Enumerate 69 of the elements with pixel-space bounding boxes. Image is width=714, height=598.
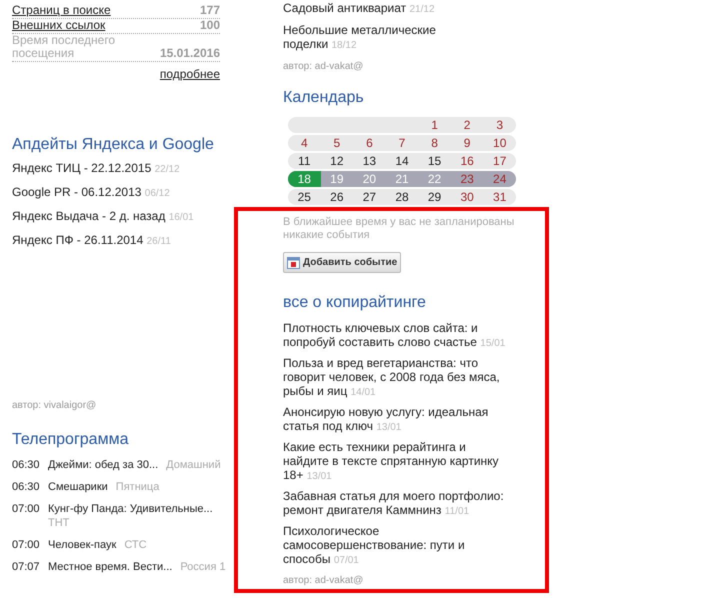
update-item: Google PR - 06.12.2013 06/12 (12, 184, 171, 201)
tv-channel: СТС (124, 538, 147, 552)
calendar-day[interactable]: 16 (450, 153, 484, 169)
calendar-day[interactable]: 17 (483, 153, 516, 169)
section-heading: Календарь (283, 88, 365, 108)
calendar-day[interactable]: 31 (483, 189, 516, 205)
calendar-day[interactable]: 4 (288, 135, 321, 151)
article-link[interactable]: Плотность ключевых слов сайта: и попробуй составить слово счастье 15/01 (283, 321, 507, 351)
article-link[interactable]: Забавная статья для моего портфолио: ремонт двигателя Каммнинз 11/01 (283, 489, 507, 519)
calendar-day[interactable]: 12 (320, 153, 354, 169)
tv-show[interactable]: Кунг-фу Панда: Удивительные... (48, 502, 220, 516)
calendar-day[interactable]: 2 (450, 117, 484, 133)
more-link[interactable]: подробнее (160, 65, 220, 83)
tv-show[interactable]: Человек-паук (48, 538, 116, 552)
calendar-day[interactable]: 5 (320, 135, 354, 151)
update-item: Яндекс Выдача - 2 д. назад 16/01 (12, 208, 195, 225)
stat-value: 15.01.2016 (160, 47, 220, 60)
calendar-day[interactable]: 25 (288, 189, 321, 205)
stat-label[interactable]: Страниц в поиске (12, 4, 132, 17)
calendar-day[interactable]: 27 (353, 189, 386, 205)
tv-time: 07:00 (12, 538, 41, 552)
tv-time: 06:30 (12, 480, 41, 494)
calendar-day[interactable]: 1 (418, 117, 451, 133)
tv-channel: Домашний (166, 458, 221, 472)
update-item: Яндекс ПФ - 26.11.2014 26/11 (12, 232, 172, 249)
article-link[interactable]: Садовый антиквариат 21/12 (283, 1, 473, 17)
update-item: Яндекс ТИЦ - 22.12.2015 22/12 (12, 160, 181, 177)
article-link[interactable]: Анонсирую новую услугу: идеальная статья под ключ 13/01 (283, 405, 507, 435)
calendar-day[interactable]: 29 (418, 189, 451, 205)
tv-time: 06:30 (12, 458, 41, 472)
author-label: автор: ad-vakat@ (283, 60, 364, 74)
article-link[interactable]: Психологическое самосовершенствование: пути и способы 07/01 (283, 524, 507, 568)
add-event-button[interactable]: Добавить событие (283, 252, 402, 273)
calendar-day[interactable]: 3 (483, 117, 516, 133)
calendar-day[interactable]: 15 (418, 153, 451, 169)
calendar-day[interactable]: 26 (320, 189, 354, 205)
stat-value: 177 (200, 4, 220, 17)
calendar-day[interactable]: 11 (288, 153, 321, 169)
calendar-note: В ближайшее время у вас не запланированы никакие события (283, 216, 516, 242)
tv-channel: Россия 1 (180, 560, 226, 574)
calendar-day[interactable]: 10 (483, 135, 516, 151)
stat-value: 100 (200, 19, 220, 32)
calendar-day[interactable]: 8 (418, 135, 451, 151)
article-link[interactable]: Какие есть техники рерайтинга и найдите в тексте спрятанную картинку 18+ 13/01 (283, 440, 507, 484)
section-heading: Телепрограмма (12, 430, 130, 450)
tv-show[interactable]: Смешарики (48, 480, 108, 494)
section-heading: Апдейты Яндекса и Google (12, 135, 215, 155)
section-heading: все о копирайтинге (283, 293, 427, 313)
tv-show[interactable]: Местное время. Вести... (48, 560, 172, 574)
tv-time: 07:07 (12, 560, 41, 574)
article-link[interactable]: Польза и вред вегетарианства: что говорит человек, с 2008 года без мяса, рыбы и яиц 14/01 (283, 356, 507, 400)
calendar-day[interactable]: 18 (288, 171, 321, 187)
stat-label[interactable]: Внешних ссылок (12, 19, 132, 32)
stat-label: Время последнего посещения (12, 34, 116, 60)
article-link[interactable]: Небольшие металлические поделки 18/12 (283, 23, 473, 53)
calendar-day[interactable]: 30 (450, 189, 484, 205)
calendar-day[interactable]: 28 (386, 189, 418, 205)
calendar-day[interactable]: 6 (353, 135, 386, 151)
tv-time: 07:00 (12, 502, 41, 517)
tv-show[interactable]: Джейми: обед за 30... (48, 458, 158, 472)
author-label: автор: vivalaigor@ (12, 399, 98, 413)
tv-channel: ТНТ (48, 516, 70, 530)
calendar-day[interactable]: 7 (386, 135, 418, 151)
calendar-day[interactable]: 13 (353, 153, 386, 169)
tv-channel: Пятница (116, 480, 160, 494)
calendar-day[interactable]: 9 (450, 135, 484, 151)
calendar-day[interactable]: 14 (386, 153, 418, 169)
author-label: автор: ad-vakat@ (283, 574, 364, 588)
calendar-icon (287, 256, 300, 269)
